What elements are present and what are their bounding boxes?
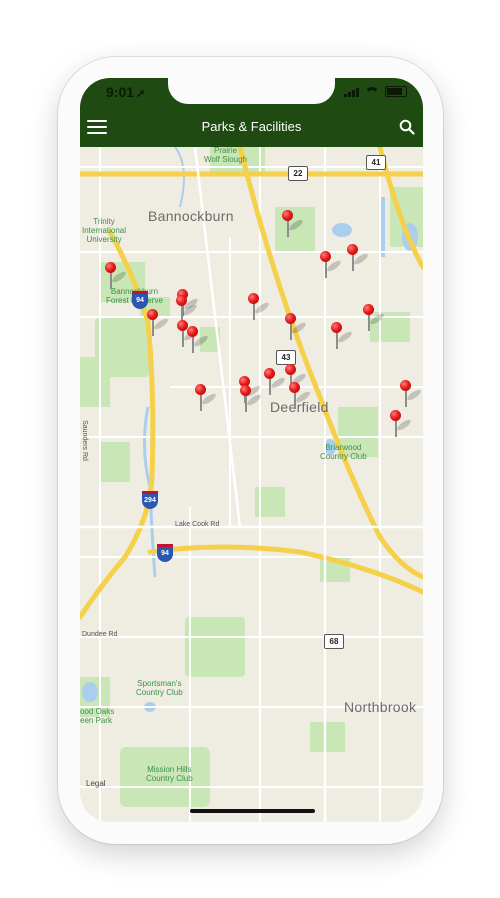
status-icons: [344, 86, 407, 97]
park-pin[interactable]: [289, 382, 312, 416]
interstate-294-shield: 294: [142, 491, 158, 509]
map-label-mission-hills: Mission Hills Country Club: [146, 765, 193, 783]
park-pin[interactable]: [282, 210, 305, 244]
interstate-94-south-shield: 94: [157, 544, 173, 562]
map-label-dundee: Dundee Rd: [82, 631, 118, 638]
notch: [168, 78, 335, 104]
nav-bar: Parks & Facilities: [80, 108, 423, 147]
map-view[interactable]: Prairie Wolf Slough Bannockburn Trinity …: [80, 147, 423, 822]
park-pin[interactable]: [187, 326, 210, 360]
home-indicator: [190, 809, 315, 813]
map-label-lake-cook: Lake Cook Rd: [175, 521, 220, 528]
park-pin[interactable]: [320, 251, 343, 285]
map-label-bannockburn: Bannockburn: [148, 208, 234, 224]
map-label-trinity: Trinity International University: [82, 217, 127, 244]
signal-icon: [344, 87, 359, 97]
park-pin[interactable]: [195, 384, 218, 418]
battery-icon: [385, 86, 407, 97]
park-pin[interactable]: [400, 380, 423, 414]
map-label-briarwood: Briarwood Country Club: [320, 443, 367, 461]
wifi-icon: [365, 87, 379, 97]
park-pin[interactable]: [147, 309, 170, 343]
park-pin[interactable]: [390, 410, 413, 444]
status-bar: 9:01 ➚: [80, 78, 423, 108]
app-screen: 9:01 ➚ Parks & Facilities Prairie Wolf S…: [80, 78, 423, 822]
search-icon[interactable]: [399, 119, 415, 135]
park-pin[interactable]: [331, 322, 354, 356]
interstate-94-shield: 94: [132, 291, 148, 309]
map-label-sportsmans: Sportsman's Country Club: [136, 679, 183, 697]
route-68-shield: 68: [324, 634, 344, 649]
park-pin[interactable]: [363, 304, 386, 338]
route-41-shield: 41: [366, 155, 386, 170]
park-pin[interactable]: [347, 244, 370, 278]
status-time: 9:01 ➚: [106, 84, 145, 100]
map-base: [80, 147, 423, 822]
page-title: Parks & Facilities: [201, 119, 302, 134]
map-label-wood-oaks: ood Oaks een Park: [80, 707, 115, 725]
map-label-prairie-wolf: Prairie Wolf Slough: [204, 147, 247, 164]
map-label-northbrook: Northbrook: [344, 699, 417, 715]
park-pin[interactable]: [285, 313, 308, 347]
map-label-saunders: Saunders Rd: [80, 420, 88, 461]
park-pin[interactable]: [240, 385, 263, 419]
route-22-shield: 22: [288, 166, 308, 181]
park-pin[interactable]: [105, 262, 128, 296]
location-arrow-icon: ➚: [136, 88, 146, 100]
status-time-text: 9:01: [106, 84, 135, 100]
route-43-shield: 43: [276, 350, 296, 365]
park-pin[interactable]: [264, 368, 287, 402]
park-pin[interactable]: [248, 293, 271, 327]
map-legal-link[interactable]: Legal: [86, 779, 106, 788]
